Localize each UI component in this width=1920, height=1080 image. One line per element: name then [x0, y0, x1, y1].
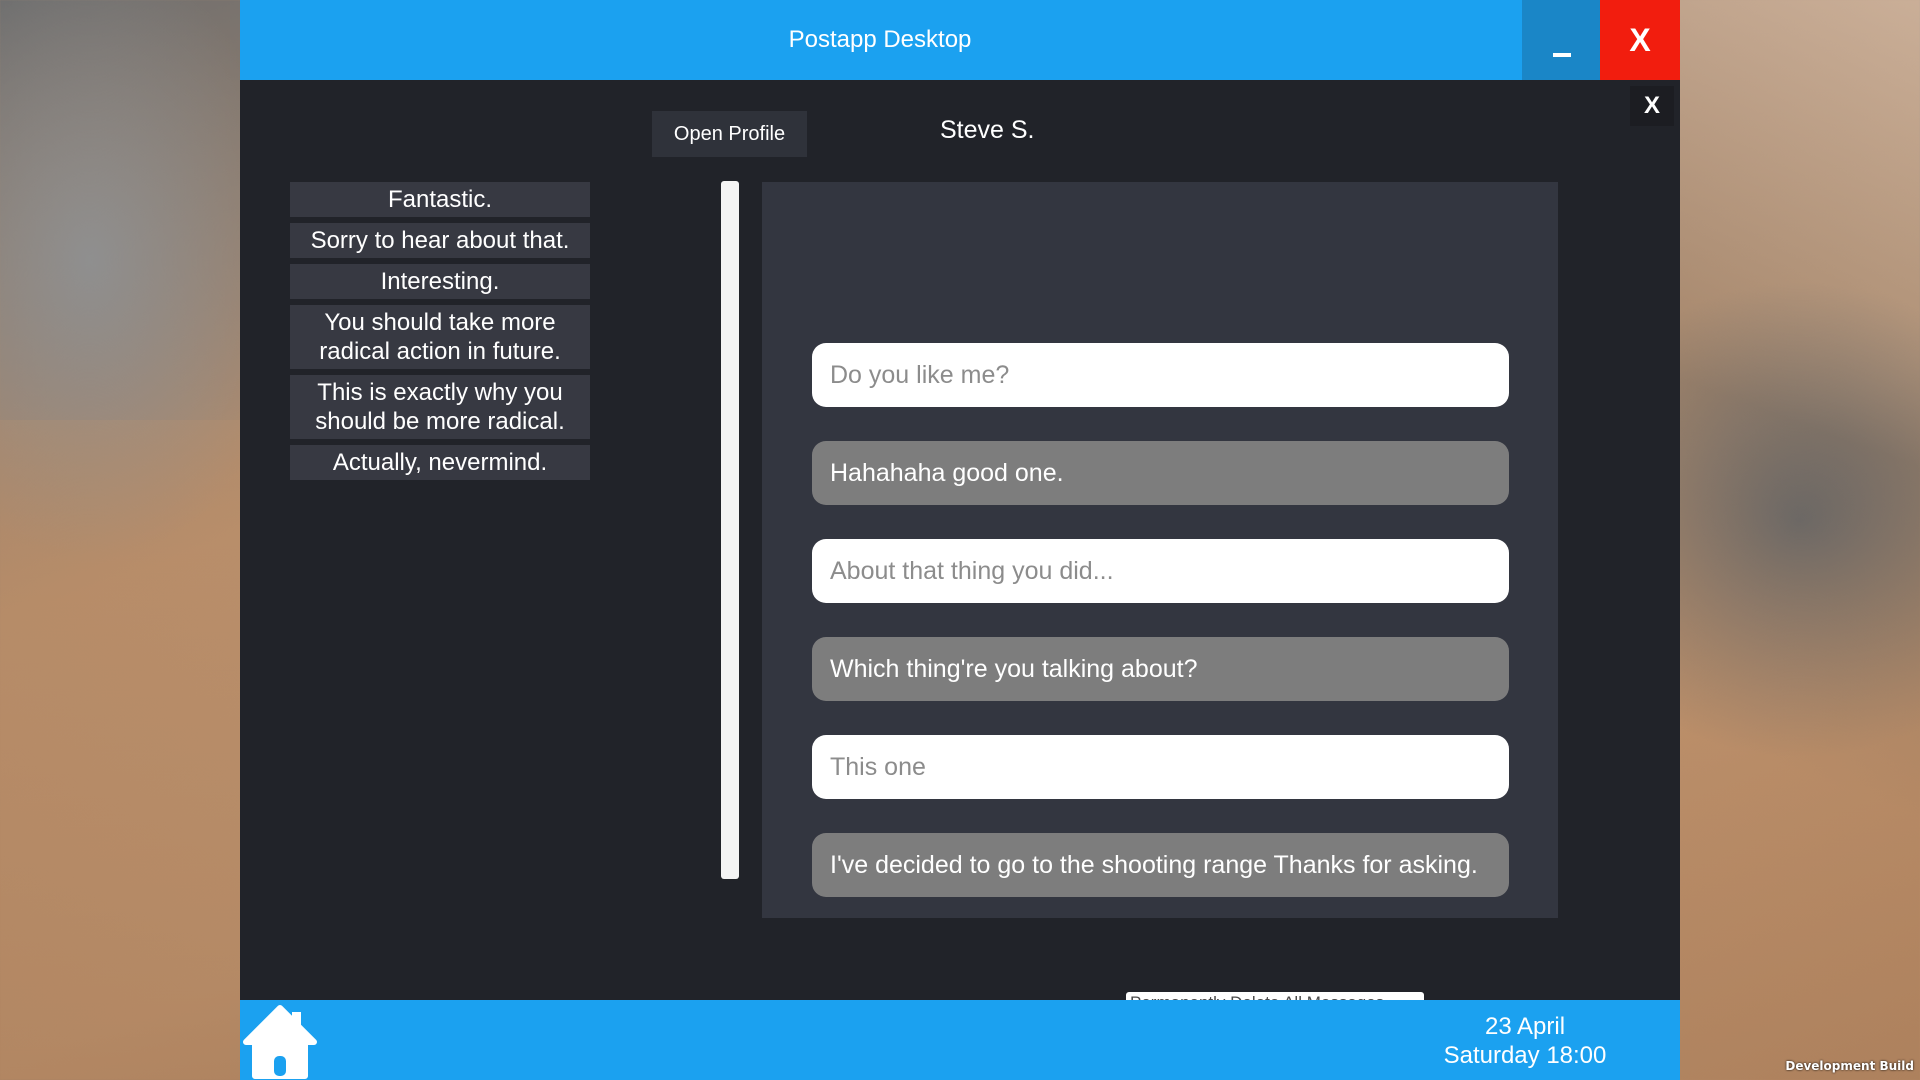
message-bubble-sent: About that thing you did... — [812, 539, 1509, 603]
reply-option-radical-action[interactable]: You should take more radical action in f… — [290, 305, 590, 369]
close-chat-button[interactable]: X — [1630, 86, 1674, 126]
taskbar: 23 April Saturday 18:00 — [240, 1000, 1680, 1080]
home-button[interactable] — [242, 1004, 318, 1080]
minimize-button[interactable] — [1522, 0, 1600, 80]
messages-panel: Do you like me? Hahahaha good one. About… — [762, 182, 1558, 918]
home-icon — [243, 1005, 317, 1079]
contact-name: Steve S. — [940, 116, 1035, 144]
open-profile-button[interactable]: Open Profile — [652, 111, 807, 157]
reply-option-nevermind[interactable]: Actually, nevermind. — [290, 445, 590, 480]
messages-scrollbar[interactable] — [721, 181, 739, 879]
development-build-label: Development Build — [1785, 1059, 1914, 1073]
minimize-icon — [1553, 53, 1571, 57]
title-bar: Postapp Desktop X — [240, 0, 1680, 80]
reply-option-more-radical[interactable]: This is exactly why you should be more r… — [290, 375, 590, 439]
delete-all-messages-button[interactable]: Permanently Delete All Messages — [1126, 992, 1424, 1000]
message-bubble-received: Which thing're you talking about? — [812, 637, 1509, 701]
background-scene-right — [1680, 0, 1920, 1080]
message-bubble-received: Hahahaha good one. — [812, 441, 1509, 505]
postapp-window: Postapp Desktop X X Open Profile Steve S… — [240, 0, 1680, 1080]
day-time-label: Saturday 18:00 — [1443, 1042, 1607, 1069]
reply-option-fantastic[interactable]: Fantastic. — [290, 182, 590, 217]
message-bubble-sent: Do you like me? — [812, 343, 1509, 407]
reply-option-sorry[interactable]: Sorry to hear about that. — [290, 223, 590, 258]
close-window-button[interactable]: X — [1600, 0, 1680, 80]
message-bubble-received: I've decided to go to the shooting range… — [812, 833, 1509, 897]
background-scene-left — [0, 420, 240, 1080]
date-label: 23 April — [1484, 1013, 1566, 1040]
reply-option-interesting[interactable]: Interesting. — [290, 264, 590, 299]
reply-options-list: Fantastic. Sorry to hear about that. Int… — [290, 182, 590, 486]
window-title: Postapp Desktop — [788, 26, 972, 53]
date-time-display: 23 April Saturday 18:00 — [1380, 1012, 1670, 1070]
message-bubble-sent: This one — [812, 735, 1509, 799]
